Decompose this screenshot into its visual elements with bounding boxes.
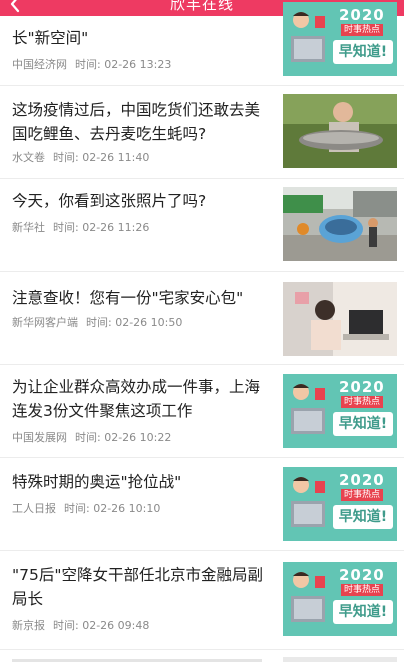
news-time: 02-26 13:23 — [104, 58, 172, 71]
news-meta: 中国发展网 时间: 02-26 10:22 — [12, 429, 171, 445]
news-thumbnail[interactable]: 2020 时事热点 早知道! — [283, 467, 397, 541]
time-label: 时间: — [53, 151, 79, 164]
news-thumbnail[interactable]: 2020 时事热点 早知道! — [283, 374, 397, 448]
promo-badge: 时事热点 — [341, 396, 384, 408]
time-label: 时间: — [53, 221, 79, 234]
news-item[interactable]: "75后"空降女干部任北京市金融局副局长 新京报 时间: 02-26 09:48 … — [0, 551, 404, 650]
time-label: 时间: — [53, 619, 79, 632]
person-illustration-icon — [291, 12, 325, 62]
promo-year: 2020 — [339, 566, 385, 584]
time-label: 时间: — [75, 431, 101, 444]
news-item[interactable]: 长"新空间" 中国经济网 时间: 02-26 13:23 2020 时事热点 早知… — [0, 2, 404, 86]
next-item-peek — [0, 650, 404, 662]
news-title[interactable]: 今天，你看到这张照片了吗? — [12, 189, 274, 213]
news-title[interactable]: 特殊时期的奥运"抢位战" — [12, 470, 274, 494]
promo-badge: 时事热点 — [341, 24, 384, 36]
promo-badge: 时事热点 — [341, 584, 384, 596]
news-title[interactable]: 注意查收！您有一份"宅家安心包" — [12, 286, 274, 310]
person-illustration-icon — [291, 477, 325, 527]
news-title[interactable]: 长"新空间" — [12, 26, 274, 50]
news-thumbnail[interactable] — [283, 187, 397, 261]
promo-year: 2020 — [339, 6, 385, 24]
news-source: 新华社 — [12, 221, 45, 234]
news-item[interactable]: 为让企业群众高效办成一件事，上海连发3份文件聚焦这项工作 中国发展网 时间: 02… — [0, 365, 404, 458]
news-meta: 新华网客户端 时间: 02-26 10:50 — [12, 314, 182, 330]
news-source: 新京报 — [12, 619, 45, 632]
news-time: 02-26 10:22 — [104, 431, 172, 444]
news-item[interactable]: 今天，你看到这张照片了吗? 新华社 时间: 02-26 11:26 — [0, 179, 404, 272]
news-item[interactable]: 这场疫情过后，中国吃货们还敢去美国吃鲤鱼、去丹麦吃生蚝吗? 水文卷 时间: 02-… — [0, 86, 404, 179]
desk-photo-icon — [283, 282, 397, 356]
promo-year: 2020 — [339, 471, 385, 489]
news-thumbnail[interactable]: 2020 时事热点 早知道! — [283, 2, 397, 76]
news-time: 02-26 11:40 — [82, 151, 150, 164]
person-illustration-icon — [291, 572, 325, 622]
promo-caption: 早知道! — [333, 505, 393, 529]
news-item[interactable]: 特殊时期的奥运"抢位战" 工人日报 时间: 02-26 10:10 2020 时事… — [0, 458, 404, 551]
promo-caption: 早知道! — [333, 40, 393, 64]
news-meta: 中国经济网 时间: 02-26 13:23 — [12, 56, 171, 72]
news-thumbnail[interactable]: 2020 时事热点 早知道! — [283, 562, 397, 636]
time-label: 时间: — [75, 58, 101, 71]
news-source: 新华网客户端 — [12, 316, 78, 329]
fish-photo-icon — [283, 94, 397, 168]
news-title[interactable]: "75后"空降女干部任北京市金融局副局长 — [12, 563, 274, 611]
news-thumbnail[interactable] — [283, 282, 397, 356]
news-source: 中国发展网 — [12, 431, 67, 444]
news-title[interactable]: 这场疫情过后，中国吃货们还敢去美国吃鲤鱼、去丹麦吃生蚝吗? — [12, 98, 274, 146]
news-time: 02-26 11:26 — [82, 221, 150, 234]
news-meta: 新京报 时间: 02-26 09:48 — [12, 617, 149, 633]
news-time: 02-26 09:48 — [82, 619, 150, 632]
news-title[interactable]: 为让企业群众高效办成一件事，上海连发3份文件聚焦这项工作 — [12, 375, 274, 423]
news-item[interactable]: 注意查收！您有一份"宅家安心包" 新华网客户端 时间: 02-26 10:50 — [0, 272, 404, 365]
news-time: 02-26 10:10 — [93, 502, 161, 515]
news-time: 02-26 10:50 — [115, 316, 183, 329]
promo-badge: 时事热点 — [341, 489, 384, 501]
time-label: 时间: — [64, 502, 90, 515]
time-label: 时间: — [86, 316, 112, 329]
news-meta: 新华社 时间: 02-26 11:26 — [12, 219, 149, 235]
street-photo-icon — [283, 187, 397, 261]
news-source: 中国经济网 — [12, 58, 67, 71]
news-meta: 工人日报 时间: 02-26 10:10 — [12, 500, 160, 516]
news-source: 水文卷 — [12, 151, 45, 164]
partial-row-icon — [12, 657, 397, 662]
promo-caption: 早知道! — [333, 600, 393, 624]
news-source: 工人日报 — [12, 502, 56, 515]
person-illustration-icon — [291, 384, 325, 434]
promo-caption: 早知道! — [333, 412, 393, 436]
promo-year: 2020 — [339, 378, 385, 396]
news-meta: 水文卷 时间: 02-26 11:40 — [12, 149, 149, 165]
news-thumbnail[interactable] — [283, 94, 397, 168]
